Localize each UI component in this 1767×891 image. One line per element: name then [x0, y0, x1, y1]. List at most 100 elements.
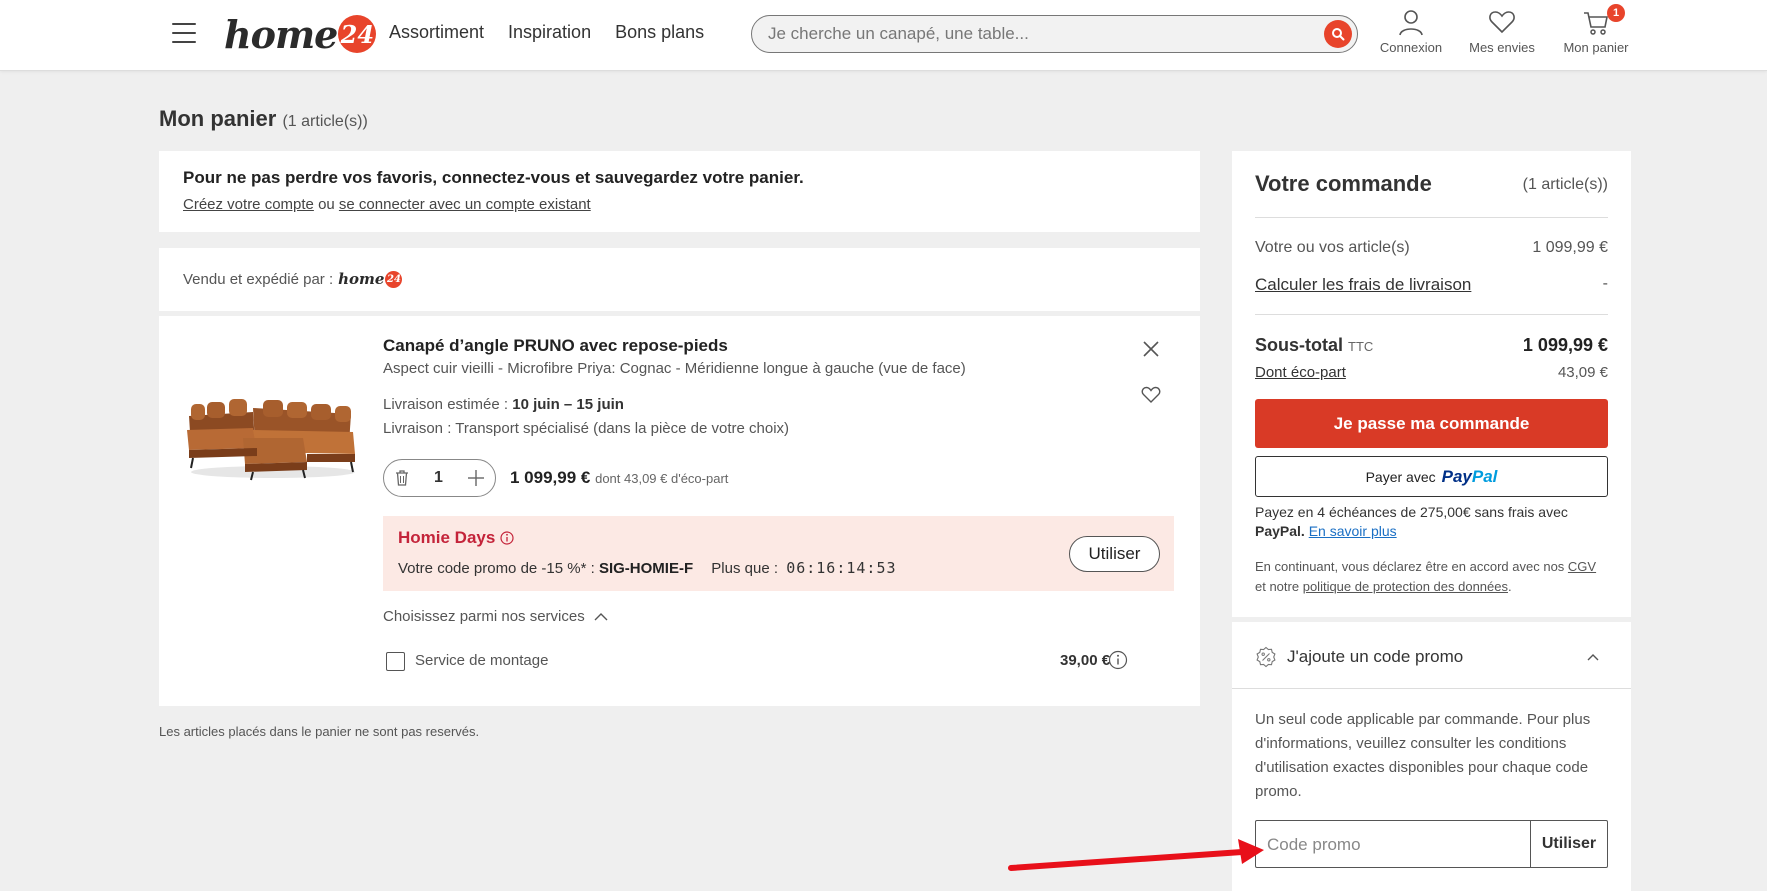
- create-account-link[interactable]: Créez votre compte: [183, 196, 314, 213]
- subtotal-value: 1 099,99 €: [1522, 335, 1608, 355]
- chevron-up-icon: [594, 612, 608, 620]
- paypal-logo-pay: Pay: [1441, 466, 1472, 486]
- logo-text: home: [224, 11, 338, 57]
- chevron-up-icon[interactable]: [1586, 652, 1600, 662]
- divider: [1255, 314, 1608, 315]
- login-banner-headline: Pour ne pas perdre vos favoris, connecte…: [183, 168, 804, 187]
- search-icon: [1332, 28, 1345, 41]
- product-title[interactable]: Canapé d’angle PRUNO avec repose-pieds: [383, 336, 728, 356]
- subtotal-label: Sous-total TTC: [1255, 335, 1373, 356]
- nav-assortiment[interactable]: Assortiment: [389, 22, 484, 43]
- order-summary: Votre commande (1 article(s)) Votre ou v…: [1232, 151, 1631, 617]
- calc-shipping-link[interactable]: Calculer les frais de livraison: [1255, 275, 1471, 295]
- product-transport: Livraison : Transport spécialisé (dans l…: [383, 420, 790, 437]
- main-nav: Assortiment Inspiration Bons plans: [389, 22, 704, 43]
- legal-end: .: [1507, 579, 1512, 594]
- divider: [1255, 217, 1608, 218]
- order-title: Votre commande: [1255, 171, 1432, 196]
- annotation-arrow: [1008, 839, 1264, 871]
- search-button[interactable]: [1324, 20, 1352, 48]
- cgv-link[interactable]: CGV: [1568, 559, 1596, 574]
- cart-item-count: (1 article(s)): [282, 113, 368, 130]
- remove-item-icon[interactable]: [1142, 340, 1160, 358]
- seller-logo: home 24: [338, 270, 403, 288]
- site-header: home 24 Assortiment Inspiration Bons pla…: [0, 0, 1767, 71]
- promo-code-input[interactable]: [1267, 833, 1527, 857]
- service-montage-price: 39,00 €: [1060, 652, 1111, 669]
- product-price: 1 099,99 € dont 43,09 € d'éco-part: [510, 468, 728, 488]
- promo-code-field: Utiliser: [1255, 820, 1608, 868]
- seller-panel: Vendu et expédié par : home 24: [159, 248, 1200, 311]
- wishlist-link[interactable]: Mes envies: [1462, 8, 1542, 55]
- product-image[interactable]: [183, 386, 363, 486]
- quantity-stepper: 1: [383, 459, 496, 497]
- cart-link[interactable]: Mon panier 1: [1555, 4, 1637, 55]
- subtotal-ttc: TTC: [1348, 339, 1374, 354]
- paypal-learn-more-link[interactable]: En savoir plus: [1309, 523, 1397, 539]
- logo-badge: 24: [338, 15, 377, 53]
- seller-logo-badge: 24: [385, 270, 403, 288]
- service-info-icon[interactable]: [1108, 650, 1128, 670]
- privacy-link[interactable]: politique de protection des données: [1303, 579, 1508, 594]
- service-montage-row: Service de montage 39,00 €: [383, 650, 1174, 674]
- countdown-label: Plus que :: [711, 560, 779, 577]
- promo-code-panel: J'ajoute un code promo Un seul code appl…: [1232, 622, 1631, 891]
- eco-part: dont 43,09 € d'éco-part: [595, 471, 729, 486]
- login-banner: Pour ne pas perdre vos favoris, connecte…: [159, 151, 1200, 232]
- product-variant: Aspect cuir vieilli - Microfibre Priya: …: [383, 360, 966, 377]
- paypal-button[interactable]: Payer avec PayPal: [1255, 456, 1608, 497]
- promo-code-apply-button[interactable]: Utiliser: [1530, 821, 1607, 867]
- paypal-info-brand: PayPal.: [1255, 523, 1305, 539]
- items-label: Votre ou vos article(s): [1255, 239, 1410, 256]
- divider: [1232, 688, 1631, 689]
- promo-code-toggle[interactable]: J'ajoute un code promo: [1255, 646, 1463, 668]
- cart-item-card: Canapé d’angle PRUNO avec repose-pieds A…: [159, 316, 1200, 706]
- legal-text-2: et notre: [1255, 579, 1300, 594]
- eco-part-link[interactable]: Dont éco-part: [1255, 364, 1346, 381]
- nav-inspiration[interactable]: Inspiration: [508, 22, 591, 43]
- login-banner-links: Créez votre compte ou se connecter avec …: [183, 196, 1176, 213]
- wishlist-label: Mes envies: [1469, 40, 1535, 55]
- menu-icon[interactable]: [172, 23, 196, 43]
- services-toggle-label: Choisissez parmi nos services: [383, 608, 585, 625]
- cart-icon: [1584, 12, 1608, 35]
- cart-footnote: Les articles placés dans le panier ne so…: [159, 724, 480, 739]
- info-icon[interactable]: [500, 531, 514, 545]
- nav-bons-plans[interactable]: Bons plans: [615, 22, 704, 43]
- paypal-prefix: Payer avec: [1365, 468, 1436, 485]
- paypal-logo-pal: Pal: [1471, 466, 1498, 486]
- search-input[interactable]: [768, 22, 1308, 46]
- subtotal-label-text: Sous-total: [1255, 335, 1343, 355]
- homie-days-promo: Homie Days Votre code promo de -15 %* : …: [383, 516, 1174, 591]
- account-link[interactable]: Connexion: [1371, 8, 1451, 55]
- home24-logo[interactable]: home 24: [224, 11, 377, 57]
- trash-icon[interactable]: [394, 469, 410, 487]
- apply-promo-button[interactable]: Utiliser: [1069, 536, 1160, 572]
- promo-title: Homie Days: [398, 528, 514, 548]
- shipping-value: -: [1602, 275, 1608, 292]
- cart-label: Mon panier: [1563, 40, 1629, 55]
- legal-text-1: En continuant, vous déclarez être en acc…: [1255, 559, 1565, 574]
- checkout-button[interactable]: Je passe ma commande: [1255, 399, 1608, 448]
- delivery-label: Livraison estimée :: [383, 396, 509, 413]
- product-delivery: Livraison estimée : 10 juin – 15 juin: [383, 396, 624, 413]
- promo-code-header: J'ajoute un code promo: [1287, 647, 1464, 666]
- promo-title-text: Homie Days: [398, 528, 496, 547]
- promo-text: Votre code promo de -15 %* :: [398, 560, 595, 577]
- page-title: Mon panier (1 article(s)): [159, 106, 368, 132]
- legal-text: En continuant, vous déclarez être en acc…: [1255, 557, 1608, 597]
- user-icon: [1399, 10, 1423, 36]
- service-montage-checkbox[interactable]: [386, 652, 405, 671]
- paypal-installments-info: Payez en 4 échéances de 275,00€ sans fra…: [1255, 503, 1608, 541]
- quantity-value[interactable]: 1: [434, 469, 443, 487]
- services-toggle[interactable]: Choisissez parmi nos services: [383, 608, 609, 625]
- promo-line: Votre code promo de -15 %* : SIG-HOMIE-F…: [398, 559, 897, 577]
- plus-icon[interactable]: [467, 469, 485, 487]
- order-count: (1 article(s)): [1522, 176, 1608, 193]
- login-existing-link[interactable]: se connecter avec un compte existant: [339, 196, 591, 213]
- account-label: Connexion: [1379, 40, 1443, 55]
- wishlist-heart-icon[interactable]: [1141, 386, 1161, 404]
- heart-icon: [1489, 11, 1515, 34]
- paypal-logo: PayPal: [1442, 467, 1498, 487]
- delivery-dates: 10 juin – 15 juin: [512, 396, 624, 413]
